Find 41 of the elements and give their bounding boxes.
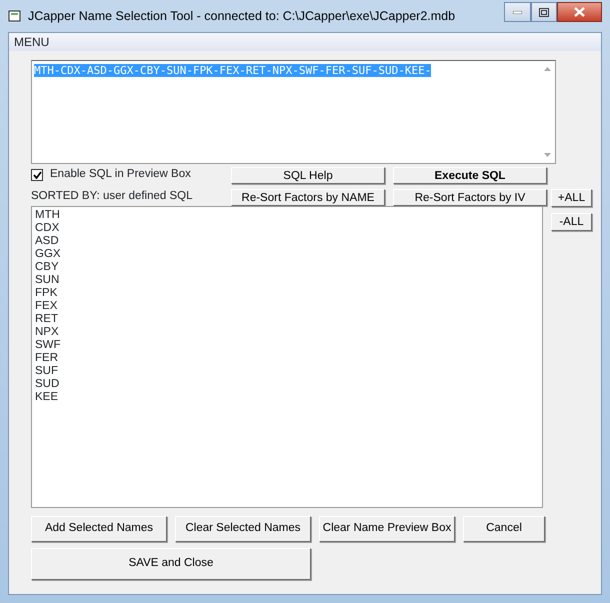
- action-button[interactable]: Add Selected Names: [31, 516, 167, 542]
- list-item[interactable]: SWF: [35, 339, 539, 352]
- action-button[interactable]: Clear Selected Names: [175, 516, 311, 542]
- list-item[interactable]: FPK: [35, 287, 539, 300]
- list-item[interactable]: KEE: [35, 391, 539, 404]
- maximize-button[interactable]: [531, 2, 557, 22]
- list-item[interactable]: SUF: [35, 365, 539, 378]
- execute-sql-button[interactable]: Execute SQL: [393, 166, 547, 184]
- list-item[interactable]: GGX: [35, 248, 539, 261]
- action-button[interactable]: Cancel: [463, 516, 545, 542]
- app-icon: [8, 9, 22, 23]
- save-and-close-button[interactable]: SAVE and Close: [31, 548, 311, 580]
- window-title: JCapper Name Selection Tool - connected to: C:\JCapper\exe\JCapper2.mdb: [28, 8, 456, 25]
- list-item[interactable]: CBY: [35, 261, 539, 274]
- sort-button[interactable]: Re-Sort Factors by NAME: [231, 188, 385, 206]
- sql-help-button[interactable]: SQL Help: [231, 166, 385, 184]
- maximize-icon: [539, 8, 549, 16]
- minimize-button[interactable]: [504, 2, 531, 22]
- action-button[interactable]: Clear Name Preview Box: [319, 516, 455, 542]
- list-item[interactable]: FER: [35, 352, 539, 365]
- list-item[interactable]: SUD: [35, 378, 539, 391]
- select-all-button[interactable]: -ALL: [551, 213, 592, 231]
- preview-text: MTH-CDX-ASD-GGX-CBY-SUN-FPK-FEX-RET-NPX-SWF-FER-SUF-SUD-KEE-: [34, 64, 432, 77]
- close-button[interactable]: [557, 2, 602, 22]
- list-item[interactable]: ASD: [35, 235, 539, 248]
- menu-item[interactable]: MENU: [14, 33, 50, 51]
- list-item[interactable]: SUN: [35, 274, 539, 287]
- check-icon: [33, 171, 42, 179]
- sorted-by-label: SORTED BY: user defined SQL: [31, 189, 194, 204]
- list-item[interactable]: MTH: [35, 209, 539, 222]
- list-item[interactable]: CDX: [35, 222, 539, 235]
- checkbox-label: Enable SQL in Preview Box: [50, 167, 191, 182]
- select-all-button[interactable]: +ALL: [551, 189, 592, 207]
- minimize-icon: [513, 10, 522, 14]
- checkbox[interactable]: [31, 169, 43, 181]
- sort-button[interactable]: Re-Sort Factors by IV: [393, 188, 547, 206]
- list-item[interactable]: NPX: [35, 326, 539, 339]
- close-icon: [574, 7, 585, 17]
- list-item[interactable]: RET: [35, 313, 539, 326]
- names-list[interactable]: MTH CDX ASD GGX CBY SUN FPK FEX RET NPX SWF FER SUF SUD KEE: [31, 206, 543, 508]
- list-item[interactable]: FEX: [35, 300, 539, 313]
